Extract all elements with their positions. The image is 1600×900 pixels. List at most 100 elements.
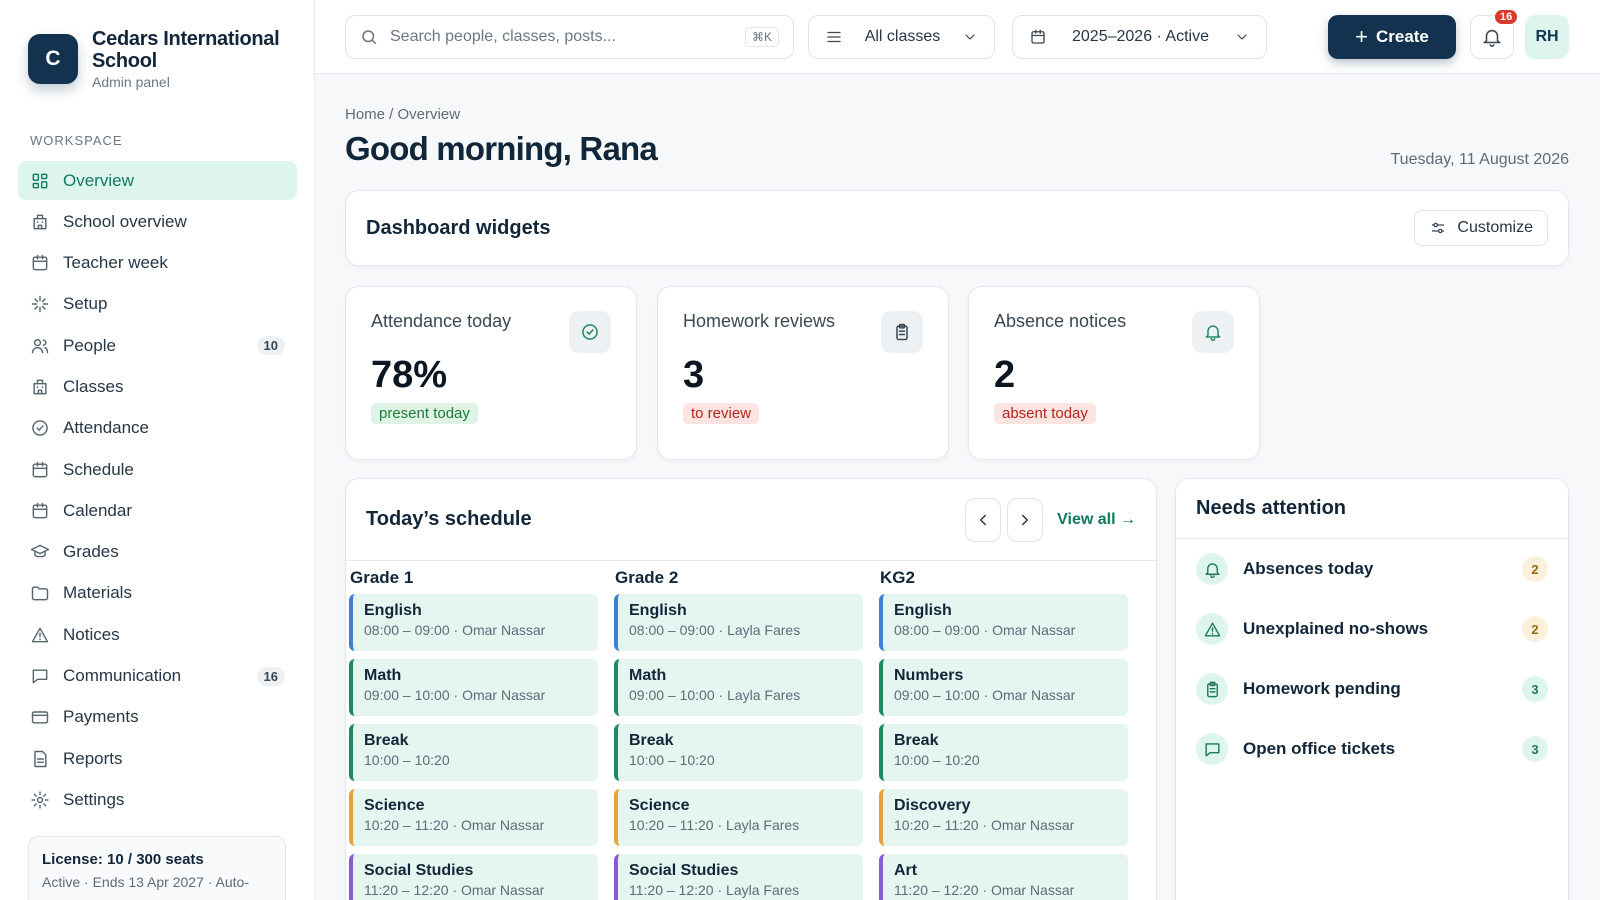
lesson-details: 08:00 – 09:00 · Omar Nassar [364,622,546,638]
sidebar-item-communication[interactable]: Communication 16 [18,657,297,696]
year-filter-select[interactable]: 2025–2026 · Active [1012,15,1267,59]
schedule-prev-button[interactable] [965,497,1002,542]
sidebar-item-people[interactable]: People 10 [18,326,297,365]
lesson-block[interactable]: Social Studies 11:20 – 12:20 · Omar Nassa… [349,854,598,900]
sidebar-item-reports[interactable]: Reports [18,739,297,778]
attention-item-label: Unexplained no-shows [1243,619,1429,638]
sidebar-item-schedule[interactable]: Schedule [18,450,297,489]
stat-card-attendance-today[interactable]: Attendance today 78% present today [345,286,637,460]
class-filter-select[interactable]: All classes [808,15,995,59]
license-title: License: 10 / 300 seats [42,851,204,868]
schedule-column-grade-2: Grade 2 English 08:00 – 09:00 · Layla Fare… [614,561,879,900]
lesson-title: Numbers [894,667,964,684]
stat-value: 3 [683,354,705,396]
current-date: Tuesday, 11 August 2026 [1390,151,1570,168]
sidebar-item-label: Grades [63,542,119,562]
stat-card-homework-reviews[interactable]: Homework reviews 3 to review [657,286,949,460]
clipboard-icon [1206,681,1218,697]
lesson-details: 10:20 – 11:20 · Omar Nassar [364,817,545,833]
sidebar-item-attendance[interactable]: Attendance [18,409,297,448]
customize-button[interactable]: Customize [1414,210,1548,246]
search-box[interactable]: ⌘K [345,15,794,59]
bell-icon [1482,29,1502,47]
building-icon [33,379,47,395]
lesson-title: Break [364,732,409,749]
search-input[interactable] [390,28,745,46]
chevron-right-icon [1022,514,1029,525]
people-icon [31,338,49,354]
license-card[interactable]: License: 10 / 300 seats Active · Ends 13… [28,836,286,900]
lesson-block[interactable]: Discovery 10:20 – 11:20 · Omar Nassar [879,789,1128,846]
sidebar-item-setup[interactable]: Setup [18,285,297,324]
folder-icon [31,586,49,601]
lesson-block[interactable]: Break 10:00 – 10:20 [879,724,1128,781]
lesson-block[interactable]: English 08:00 – 09:00 · Layla Fares [614,594,863,651]
lesson-block[interactable]: Science 10:20 – 11:20 · Layla Fares [614,789,863,846]
year-filter-value: 2025–2026 · Active [1072,28,1209,45]
lesson-title: Science [629,797,690,814]
attention-item-label: Homework pending [1243,679,1401,698]
sidebar-item-badge: 16 [256,666,285,686]
sliders-icon [1432,222,1445,234]
schedule-next-button[interactable] [1007,497,1044,542]
sidebar: C Cedars International School Admin pane… [0,0,315,900]
sidebar-item-overview[interactable]: Overview [18,161,297,200]
lesson-title: Break [894,732,939,749]
sidebar-item-label: Calendar [63,500,132,520]
brand[interactable]: C Cedars International School Admin pane… [28,28,292,90]
bell-icon [1204,562,1220,578]
create-button[interactable]: + Create [1328,15,1456,59]
stat-value: 2 [994,354,1016,396]
lesson-block[interactable]: Art 11:20 – 12:20 · Omar Nassar [879,854,1128,900]
lesson-block[interactable]: Math 09:00 – 10:00 · Omar Nassar [349,659,598,716]
sidebar-item-label: Teacher week [63,253,168,273]
schedule-column-kg2: KG2 English 08:00 – 09:00 · Omar Nassar Num… [879,561,1144,900]
sidebar-section-label: WORKSPACE [30,133,123,148]
stat-card-absence-notices[interactable]: Absence notices 2 absent today [968,286,1260,460]
chat-icon [32,669,48,684]
sidebar-item-settings[interactable]: Settings [18,780,297,819]
schedule-title: Today’s schedule [366,508,532,530]
lesson-block[interactable]: Numbers 09:00 – 10:00 · Omar Nassar [879,659,1128,716]
sidebar-item-notices[interactable]: Notices [18,615,297,654]
lesson-block[interactable]: Break 10:00 – 10:20 [349,724,598,781]
lesson-block[interactable]: Break 10:00 – 10:20 [614,724,863,781]
attention-item-unexplained-no-shows[interactable]: Unexplained no-shows 2 [1176,599,1568,659]
lesson-block[interactable]: Science 10:20 – 11:20 · Omar Nassar [349,789,598,846]
license-subtitle: Active · Ends 13 Apr 2027 · Auto- [42,874,250,890]
lesson-details: 10:20 – 11:20 · Omar Nassar [894,817,1075,833]
calendar-icon [32,254,48,271]
grid-icon [32,173,48,188]
create-button-label: Create [1375,27,1429,46]
sidebar-item-materials[interactable]: Materials [18,574,297,613]
sidebar-item-label: Notices [63,624,120,644]
lesson-block[interactable]: Social Studies 11:20 – 12:20 · Layla Fare… [614,854,863,900]
lesson-details: 10:00 – 10:20 [629,752,715,768]
lesson-block[interactable]: English 08:00 – 09:00 · Omar Nassar [349,594,598,651]
attention-item-homework-pending[interactable]: Homework pending 3 [1176,659,1568,719]
attention-item-count: 2 [1522,556,1548,582]
check-circle-icon [32,420,48,437]
sidebar-item-school-overview[interactable]: School overview [18,202,297,241]
user-avatar[interactable]: RH [1525,15,1569,59]
sidebar-item-payments[interactable]: Payments [18,698,297,737]
calendar-icon [1031,29,1045,44]
sidebar-item-grades[interactable]: Grades [18,533,297,572]
lesson-block[interactable]: English 08:00 – 09:00 · Omar Nassar [879,594,1128,651]
card-icon [31,711,49,724]
schedule-view-all-link[interactable]: View all → [1057,511,1136,529]
customize-button-label: Customize [1457,219,1533,236]
sidebar-item-calendar[interactable]: Calendar [18,491,297,530]
sidebar-item-classes[interactable]: Classes [18,367,297,406]
sidebar-item-teacher-week[interactable]: Teacher week [18,244,297,283]
chevron-left-icon [980,514,987,525]
sidebar-item-label: Materials [63,583,132,603]
sidebar-item-label: Setup [63,294,108,314]
search-shortcut: ⌘K [744,27,779,47]
dashboard-widgets-title: Dashboard widgets [366,216,551,239]
page-title: Good morning, Rana [345,130,658,167]
lesson-block[interactable]: Math 09:00 – 10:00 · Layla Fares [614,659,863,716]
attention-item-open-office-tickets[interactable]: Open office tickets 3 [1176,719,1568,779]
attention-item-absences-today[interactable]: Absences today 2 [1176,539,1568,599]
attention-item-count: 3 [1522,676,1548,702]
